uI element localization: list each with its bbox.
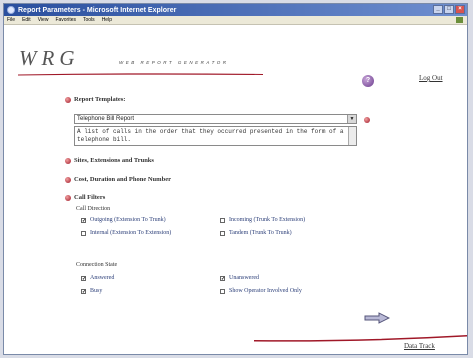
template-select[interactable]: Telephone Bill Report ▼ xyxy=(74,114,357,124)
data-track-link[interactable]: Data Track xyxy=(404,342,435,350)
bullet-icon xyxy=(65,96,71,103)
help-icon[interactable]: ? xyxy=(362,75,374,87)
cost-section-link[interactable]: Cost, Duration and Phone Number xyxy=(65,176,171,183)
unanswered-checkbox[interactable]: ✓ Unanswered xyxy=(220,275,259,281)
chevron-down-icon[interactable]: ▼ xyxy=(347,115,356,123)
bullet-icon xyxy=(65,157,71,164)
checkbox-box[interactable] xyxy=(81,230,86,236)
bullet-icon xyxy=(65,176,71,183)
menu-bar: File Edit View Favorites Tools Help xyxy=(4,16,467,25)
outgoing-checkbox[interactable]: ✓ Outgoing (Extension To Trunk) xyxy=(81,217,166,223)
logout-link[interactable]: Log Out xyxy=(419,74,443,82)
call-filters-heading[interactable]: Call Filters xyxy=(65,194,105,201)
template-description: A list of calls in the order that they o… xyxy=(74,126,357,146)
title-bar: Report Parameters - Microsoft Internet E… xyxy=(4,4,467,16)
internal-checkbox[interactable]: Internal (Extension To Extension) xyxy=(81,230,171,236)
bullet-icon xyxy=(65,194,71,201)
tandem-checkbox[interactable]: Tandem (Trunk To Trunk) xyxy=(220,230,292,236)
checkbox-box[interactable]: ✓ xyxy=(81,275,86,281)
call-direction-label: Call Direction xyxy=(76,206,111,212)
menu-view[interactable]: View xyxy=(38,17,49,23)
sites-section-link[interactable]: Sites, Extensions and Trunks xyxy=(65,157,154,164)
next-arrow-icon[interactable] xyxy=(364,312,390,324)
checkbox-box[interactable]: ✓ xyxy=(81,217,86,223)
busy-checkbox[interactable]: ✓ Busy xyxy=(81,288,102,294)
menu-help[interactable]: Help xyxy=(102,17,112,23)
operator-involved-checkbox[interactable]: Show Operator Involved Only xyxy=(220,288,302,294)
checkbox-box[interactable]: ✓ xyxy=(81,288,86,294)
incoming-checkbox[interactable]: Incoming (Trunk To Extension) xyxy=(220,217,305,223)
description-scrollbar[interactable] xyxy=(348,127,356,145)
answered-checkbox[interactable]: ✓ Answered xyxy=(81,275,114,281)
template-select-value: Telephone Bill Report xyxy=(77,116,135,122)
windows-flag-icon xyxy=(456,17,463,23)
browser-window: Report Parameters - Microsoft Internet E… xyxy=(3,3,468,355)
menu-file[interactable]: File xyxy=(7,17,15,23)
ie-icon xyxy=(7,6,15,14)
checkbox-box[interactable]: ✓ xyxy=(220,275,225,281)
checkbox-box[interactable] xyxy=(220,217,225,223)
menu-edit[interactable]: Edit xyxy=(22,17,31,23)
window-title: Report Parameters - Microsoft Internet E… xyxy=(18,6,177,14)
report-templates-heading: Report Templates: xyxy=(65,96,125,103)
connection-state-label: Connection State xyxy=(76,262,118,268)
menu-favorites[interactable]: Favorites xyxy=(55,17,76,23)
close-button[interactable]: × xyxy=(455,5,465,14)
menu-tools[interactable]: Tools xyxy=(83,17,95,23)
tagline: WEB REPORT GENERATOR xyxy=(119,60,229,65)
header-divider xyxy=(18,73,263,76)
minimize-button[interactable]: _ xyxy=(433,5,443,14)
footer-divider xyxy=(254,335,467,342)
checkbox-box[interactable] xyxy=(220,230,225,236)
wrg-logo: WRG xyxy=(19,46,80,70)
maximize-button[interactable]: □ xyxy=(444,5,454,14)
checkbox-box[interactable] xyxy=(220,288,225,294)
page-content: WRG WEB REPORT GENERATOR ? Log Out Repor… xyxy=(4,26,467,354)
window-controls: _ □ × xyxy=(433,5,465,14)
go-icon[interactable] xyxy=(364,117,370,123)
